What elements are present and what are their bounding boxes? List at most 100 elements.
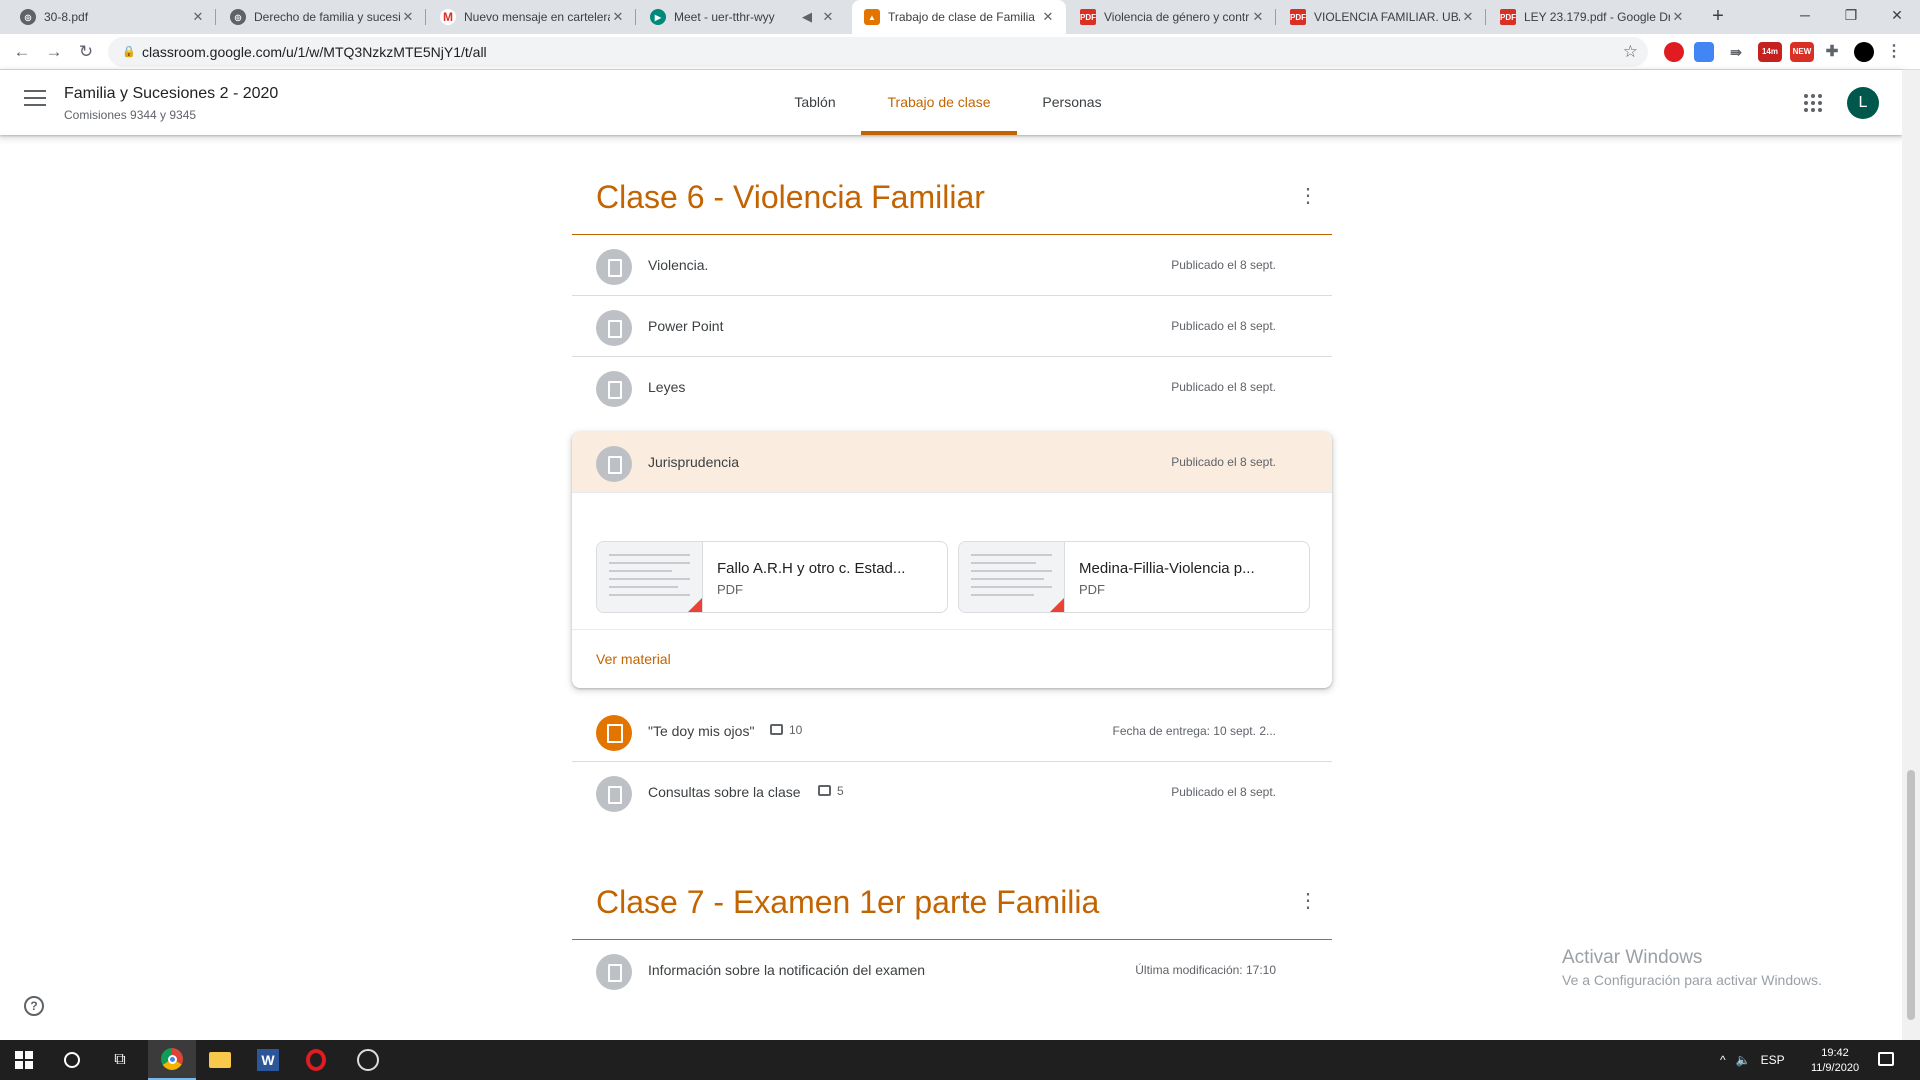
tab-title: 30-8.pdf — [44, 10, 89, 24]
pdf-icon: PDF — [1290, 9, 1306, 25]
web-icon: ◎ — [20, 9, 36, 25]
browser-tab[interactable]: PDF VIOLENCIA FAMILIAR. UBA ✕ — [1278, 0, 1486, 34]
windows-activation-subtitle: Ve a Configuración para activar Windows. — [1562, 972, 1822, 988]
speaker-icon: ◀ — [802, 9, 812, 24]
minimize-button[interactable]: ─ — [1782, 0, 1828, 34]
view-material-link[interactable]: Ver material — [596, 651, 671, 667]
close-icon[interactable]: ✕ — [400, 9, 416, 25]
meet-icon: ▶ — [650, 9, 666, 25]
badge-new-icon[interactable]: NEW — [1790, 42, 1814, 62]
item-title: Información sobre la notificación del ex… — [648, 962, 926, 978]
material-icon — [596, 954, 632, 990]
browser-tab[interactable]: ▶ Meet - uer-tthr-wyy ◀ ✕ — [638, 0, 846, 34]
tab-title: Nuevo mensaje en cartelera — [464, 10, 610, 24]
material-icon — [596, 776, 632, 812]
tray-expand-icon[interactable]: ^ — [1720, 1053, 1726, 1067]
attachment-card[interactable]: Fallo A.R.H y otro c. Estad... PDF — [596, 541, 948, 613]
tab-stream[interactable]: Tablón — [776, 70, 854, 135]
item-date: Publicado el 8 sept. — [1171, 380, 1276, 394]
task-view-icon: ⧉ — [114, 1051, 126, 1068]
notifications-icon[interactable] — [1878, 1052, 1894, 1066]
item-date: Publicado el 8 sept. — [1171, 455, 1276, 469]
avatar[interactable]: L — [1847, 87, 1879, 119]
word-button[interactable]: W — [244, 1040, 292, 1080]
chrome-taskbar-button[interactable] — [148, 1040, 196, 1080]
browser-menu-icon[interactable]: ⋮ — [1884, 42, 1904, 62]
close-icon[interactable]: ✕ — [190, 9, 206, 25]
close-icon[interactable]: ✕ — [1250, 9, 1266, 25]
forward-button[interactable]: → — [42, 40, 66, 64]
clock-date: 11/9/2020 — [1810, 1062, 1860, 1074]
pdf-thumbnail — [959, 542, 1065, 612]
item-title: Leyes — [648, 379, 686, 395]
classroom-icon: ▲ — [864, 9, 880, 25]
tab-title: Trabajo de clase de Familia — [888, 10, 1035, 24]
list-item[interactable]: Consultas sobre la clase 5 Publicado el … — [572, 762, 1332, 823]
tab-title: LEY 23.179.pdf - Google Dri — [1524, 10, 1670, 24]
restore-button[interactable]: ❐ — [1828, 0, 1874, 34]
tab-classwork[interactable]: Trabajo de clase — [861, 70, 1017, 135]
comment-count: 5 — [818, 784, 844, 798]
browser-tab[interactable]: PDF LEY 23.179.pdf - Google Dri ✕ — [1488, 0, 1696, 34]
main-menu-icon[interactable] — [24, 90, 46, 108]
browser-tab[interactable]: ◎ 30-8.pdf ✕ — [8, 0, 216, 34]
badge-14m-icon[interactable]: 14m — [1758, 42, 1782, 62]
browser-tab-active[interactable]: ▲ Trabajo de clase de Familia ✕ — [852, 0, 1066, 34]
google-apps-icon[interactable] — [1804, 94, 1822, 112]
back-button[interactable]: ← — [10, 40, 34, 64]
task-view-button[interactable]: ⧉ — [96, 1040, 144, 1080]
word-icon: W — [257, 1049, 279, 1071]
start-button[interactable] — [0, 1040, 48, 1080]
address-bar[interactable]: 🔒 classroom.google.com/u/1/w/MTQ3NzkzMTE… — [108, 37, 1648, 67]
opera-button[interactable] — [292, 1040, 340, 1080]
obs-button[interactable] — [344, 1040, 392, 1080]
close-icon[interactable]: ✕ — [820, 9, 836, 25]
attachment-card[interactable]: Medina-Fillia-Violencia p... PDF — [958, 541, 1310, 613]
item-title: Violencia. — [648, 257, 709, 273]
list-item[interactable]: "Te doy mis ojos" 10 Fecha de entrega: 1… — [572, 701, 1332, 762]
browser-tab[interactable]: M Nuevo mensaje en cartelera ✕ — [428, 0, 636, 34]
opera-icon[interactable] — [1664, 42, 1684, 62]
volume-icon[interactable]: 🔈 — [1736, 1053, 1751, 1067]
close-icon[interactable]: ✕ — [1040, 9, 1056, 25]
close-icon[interactable]: ✕ — [1460, 9, 1476, 25]
list-item[interactable]: Leyes Publicado el 8 sept. — [572, 357, 1332, 418]
scrollbar-thumb[interactable] — [1907, 770, 1915, 1020]
bookmark-star-icon[interactable]: ☆ — [1623, 37, 1638, 67]
classroom-header: Familia y Sucesiones 2 - 2020 Comisiones… — [0, 70, 1902, 135]
gmail-icon: M — [440, 9, 456, 25]
profile-icon[interactable] — [1854, 42, 1874, 62]
reload-button[interactable]: ↻ — [74, 40, 98, 64]
classwork-content: Clase 6 - Violencia Familiar ⋮ Violencia… — [0, 135, 1902, 1040]
browser-tab[interactable]: PDF Violencia de género y contr ✕ — [1068, 0, 1276, 34]
file-explorer-button[interactable] — [196, 1040, 244, 1080]
tab-title: Derecho de familia y sucesio — [254, 10, 400, 24]
browser-tab[interactable]: ◎ Derecho de familia y sucesio ✕ — [218, 0, 426, 34]
more-options-icon[interactable]: ⋮ — [1298, 891, 1318, 911]
arrow-ext-icon[interactable]: ⇛ — [1726, 42, 1746, 62]
tab-people[interactable]: Personas — [1024, 70, 1120, 135]
attachment-title: Fallo A.R.H y otro c. Estad... — [717, 560, 906, 577]
close-icon[interactable]: ✕ — [610, 9, 626, 25]
list-item[interactable]: Power Point Publicado el 8 sept. — [572, 296, 1332, 357]
window-close-button[interactable]: ✕ — [1874, 0, 1920, 34]
clock[interactable]: 19:42 11/9/2020 — [1800, 1046, 1870, 1076]
expanded-material-card: Jurisprudencia Publicado el 8 sept. Fall… — [572, 432, 1332, 688]
list-item-expanded[interactable]: Jurisprudencia Publicado el 8 sept. — [572, 432, 1332, 493]
section-title: Clase 7 - Examen 1er parte Familia — [596, 884, 1100, 920]
item-title: Power Point — [648, 318, 724, 334]
more-options-icon[interactable]: ⋮ — [1298, 186, 1318, 206]
windows-taskbar: ⧉ W ^ 🔈 ESP 19:42 11/9/2020 — [0, 1040, 1920, 1080]
list-item[interactable]: Información sobre la notificación del ex… — [572, 940, 1332, 1001]
close-icon[interactable]: ✕ — [1670, 9, 1686, 25]
language-indicator[interactable]: ESP — [1761, 1053, 1785, 1067]
list-item[interactable]: Violencia. Publicado el 8 sept. — [572, 235, 1332, 296]
page-scrollbar[interactable] — [1902, 70, 1920, 1040]
search-button[interactable] — [48, 1040, 96, 1080]
course-title[interactable]: Familia y Sucesiones 2 - 2020 — [64, 85, 278, 103]
puzzle-icon[interactable]: ✚ — [1822, 42, 1842, 62]
translate-icon[interactable] — [1694, 42, 1714, 62]
help-icon[interactable]: ? — [24, 996, 44, 1016]
new-tab-button[interactable]: + — [1706, 5, 1730, 29]
item-date: Publicado el 8 sept. — [1171, 258, 1276, 272]
